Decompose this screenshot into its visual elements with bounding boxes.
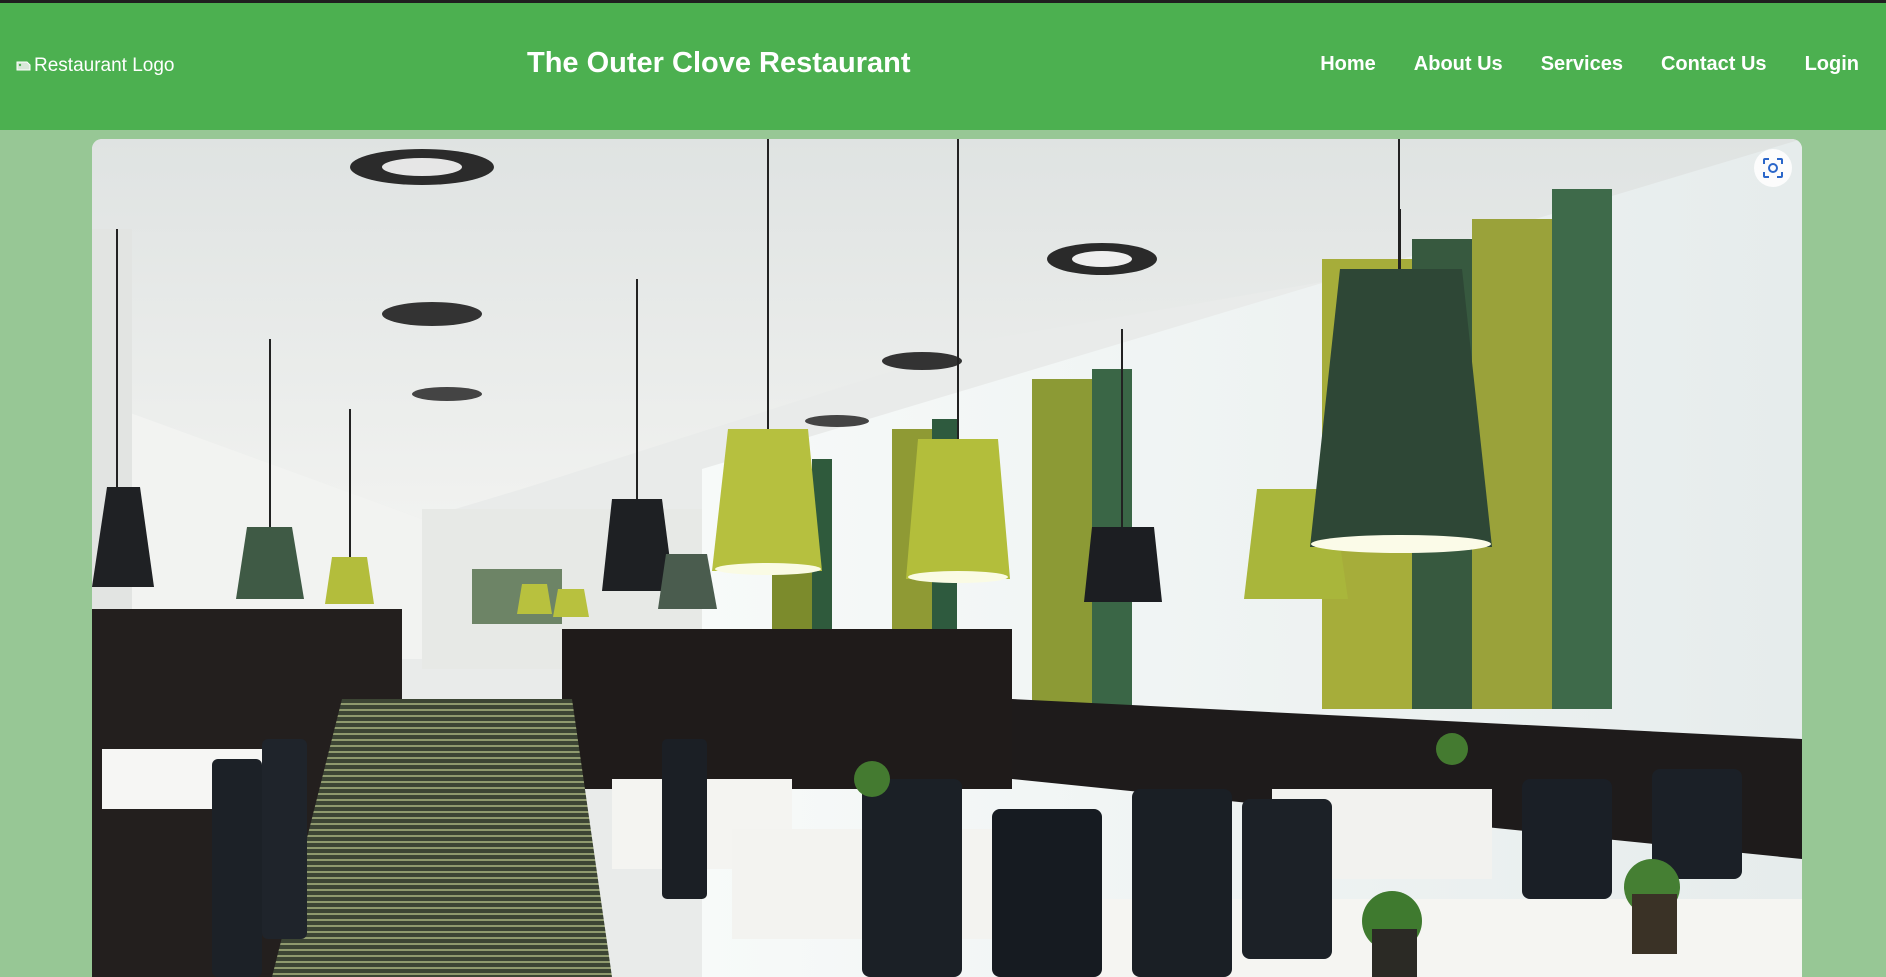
main-nav: Home About Us Services Contact Us Login xyxy=(1320,53,1859,76)
logo-alt-text: Restaurant Logo xyxy=(34,55,175,76)
nav-services[interactable]: Services xyxy=(1541,53,1623,76)
nav-contact-us[interactable]: Contact Us xyxy=(1661,53,1767,76)
site-title: The Outer Clove Restaurant xyxy=(527,47,911,79)
nav-login[interactable]: Login xyxy=(1805,53,1859,76)
lens-icon xyxy=(1763,158,1783,178)
restaurant-logo[interactable]: Restaurant Logo xyxy=(16,55,184,77)
restaurant-interior-photo xyxy=(92,139,1802,977)
nav-home[interactable]: Home xyxy=(1320,53,1376,76)
broken-image-icon xyxy=(16,61,31,71)
visual-search-button[interactable] xyxy=(1754,149,1792,187)
hero-restaurant-image xyxy=(92,139,1802,977)
site-header: Restaurant Logo The Outer Clove Restaura… xyxy=(0,3,1886,130)
nav-about-us[interactable]: About Us xyxy=(1414,53,1503,76)
